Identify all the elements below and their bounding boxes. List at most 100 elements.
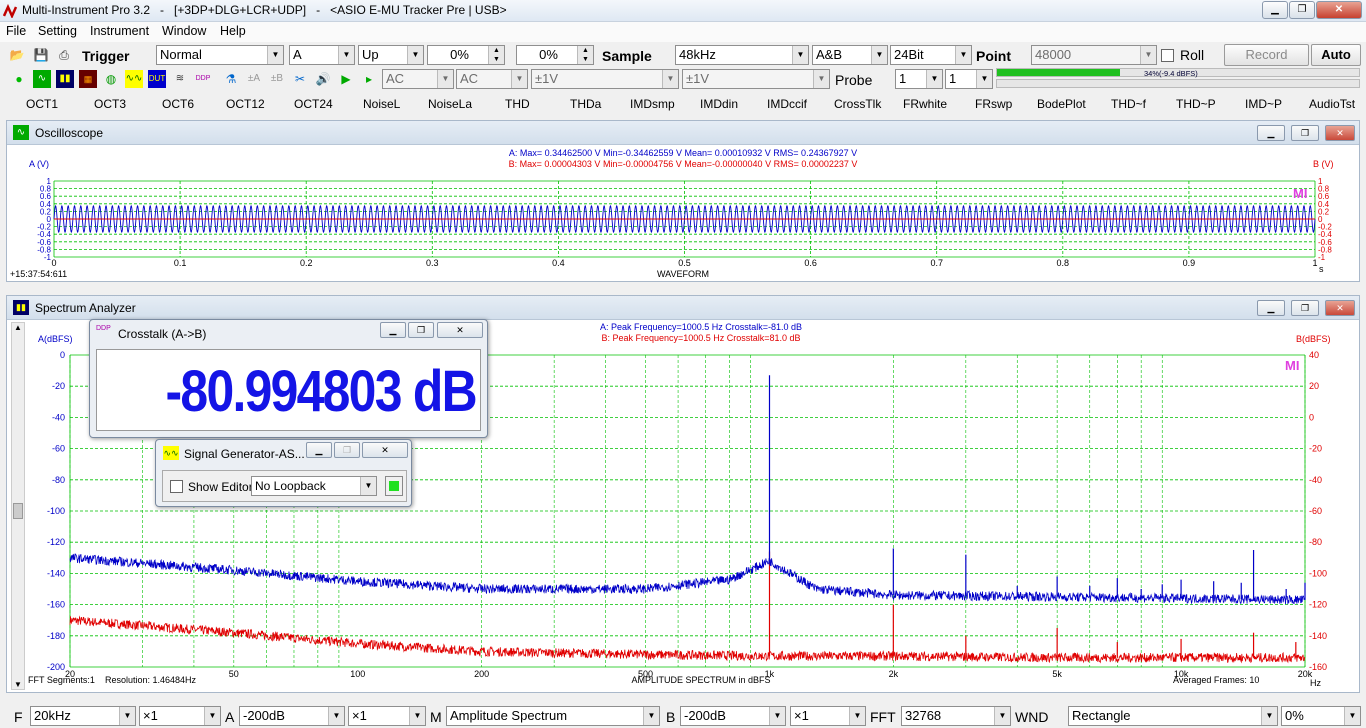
crosstalk-close-button[interactable]: ✕: [437, 322, 483, 338]
probe-a-select[interactable]: 1 ▼: [895, 69, 943, 89]
trigger-channel-select[interactable]: A ▼: [289, 45, 355, 65]
macro-button-oct24[interactable]: OCT24: [294, 97, 333, 111]
menu-help[interactable]: Help: [220, 24, 246, 38]
oscilloscope-chart[interactable]: A: Max= 0.34462500 V Min=-0.34462559 V M…: [7, 145, 1359, 281]
bits-select[interactable]: 24Bit ▼: [890, 45, 972, 65]
macro-button-oct6[interactable]: OCT6: [162, 97, 194, 111]
trigger-mode-select[interactable]: Normal ▼: [156, 45, 284, 65]
toolbar-acquisition: 📂 💾 ⎙ Trigger Normal ▼ A ▼ Up ▼ 0% ▲ ▼ 0% ▲ ▼ S…: [0, 43, 1366, 67]
spectrum-scrollbar[interactable]: ▲ ▼: [11, 322, 25, 690]
osc-ylabel-b: B (V): [1313, 159, 1334, 169]
coupling-b-select[interactable]: AC ▼: [456, 69, 528, 89]
mode-select[interactable]: Amplitude Spectrum ▼: [446, 706, 660, 726]
siggen-close-button[interactable]: ✕: [362, 442, 408, 458]
minimize-button[interactable]: ▁: [1262, 1, 1288, 19]
close-button[interactable]: ✕: [1316, 1, 1362, 19]
play-icon[interactable]: ▶: [337, 70, 355, 88]
macro-button-thda[interactable]: THDa: [570, 97, 601, 111]
overlap-select[interactable]: 0% ▼: [1281, 706, 1361, 726]
signal-generator-icon[interactable]: ∿∿: [125, 70, 143, 88]
start-icon[interactable]: ●: [10, 70, 28, 88]
points-select[interactable]: 48000 ▼: [1031, 45, 1157, 65]
macro-button-oct12[interactable]: OCT12: [226, 97, 265, 111]
record-button[interactable]: Record: [1224, 44, 1309, 66]
trigger-edge-select[interactable]: Up ▼: [358, 45, 424, 65]
shift-b-icon[interactable]: ±B: [268, 70, 286, 88]
menu-setting[interactable]: Setting: [38, 24, 77, 38]
spectrum-minimize-button[interactable]: ▁: [1257, 300, 1285, 316]
crosstalk-maximize-button[interactable]: ❐: [408, 322, 434, 338]
spectrum-icon[interactable]: ▮▮: [56, 70, 74, 88]
toolbar-instruments: ● ∿ ▮▮ ▦ ◍ ∿∿ DUT ≋ DDP ⚗ ±A ±B ✂ 🔊 ▶ ▸ …: [0, 67, 1366, 91]
menu-file[interactable]: File: [6, 24, 26, 38]
scroll-up-arrow[interactable]: ▲: [12, 323, 24, 332]
m-label: M: [430, 709, 442, 725]
a-range-select[interactable]: -200dB ▼: [239, 706, 345, 726]
oscilloscope-minimize-button[interactable]: ▁: [1257, 125, 1285, 141]
sweep-icon[interactable]: ≋: [171, 70, 189, 88]
speaker-icon[interactable]: 🔊: [314, 70, 332, 88]
dut-icon[interactable]: DUT: [148, 70, 166, 88]
window-function-select[interactable]: Rectangle ▼: [1068, 706, 1278, 726]
channels-select[interactable]: A&B ▼: [812, 45, 888, 65]
macro-button-imddin[interactable]: IMDdin: [700, 97, 738, 111]
scroll-down-arrow[interactable]: ▼: [12, 680, 24, 689]
b-zoom-select[interactable]: ×1 ▼: [790, 706, 866, 726]
open-icon[interactable]: 📂: [8, 46, 26, 64]
shift-a-icon[interactable]: ±A: [245, 70, 263, 88]
oscilloscope-close-button[interactable]: ✕: [1325, 125, 1355, 141]
menu-window[interactable]: Window: [162, 24, 206, 38]
siggen-minimize-button[interactable]: ▁: [306, 442, 332, 458]
restore-button[interactable]: ❐: [1289, 1, 1315, 19]
crosstalk-minimize-button[interactable]: ▁: [380, 322, 406, 338]
frequency-range-select[interactable]: 20kHz ▼: [30, 706, 136, 726]
spectrum-maximize-button[interactable]: ❐: [1291, 300, 1319, 316]
macro-button-imdp[interactable]: IMD~P: [1245, 97, 1282, 111]
macro-button-thdf[interactable]: THD~f: [1111, 97, 1146, 111]
siggen-maximize-button[interactable]: ❐: [334, 442, 360, 458]
oscilloscope-icon[interactable]: ∿: [33, 70, 51, 88]
generator-run-button[interactable]: [385, 476, 403, 496]
save-icon[interactable]: 💾: [32, 46, 50, 64]
spectrogram-icon[interactable]: ▦: [79, 70, 97, 88]
tools-icon[interactable]: ✂: [291, 70, 309, 88]
menu-instrument[interactable]: Instrument: [90, 24, 149, 38]
scroll-thumb[interactable]: [13, 503, 23, 519]
macro-button-oct3[interactable]: OCT3: [94, 97, 126, 111]
a-zoom-select[interactable]: ×1 ▼: [348, 706, 426, 726]
ddp-icon[interactable]: DDP: [194, 70, 212, 88]
phase-plot-icon[interactable]: ◍: [102, 70, 120, 88]
macro-button-thdp[interactable]: THD~P: [1176, 97, 1216, 111]
calibrate-icon[interactable]: ⚗: [222, 70, 240, 88]
frequency-zoom-select[interactable]: ×1 ▼: [139, 706, 221, 726]
play-once-icon[interactable]: ▸: [360, 70, 378, 88]
sample-rate-select[interactable]: 48kHz ▼: [675, 45, 809, 65]
spec-fft-segments: FFT Segments:1: [28, 675, 95, 685]
coupling-a-select[interactable]: AC ▼: [382, 69, 454, 89]
trigger-delay-stepper[interactable]: 0% ▲ ▼: [516, 45, 594, 65]
range-a-select[interactable]: ±1V ▼: [531, 69, 679, 89]
show-editor-checkbox[interactable]: [170, 480, 183, 493]
macro-button-thd[interactable]: THD: [505, 97, 530, 111]
range-b-select[interactable]: ±1V ▼: [682, 69, 830, 89]
macro-button-noisel[interactable]: NoiseL: [363, 97, 400, 111]
spectrum-close-button[interactable]: ✕: [1325, 300, 1355, 316]
auto-button[interactable]: Auto: [1311, 44, 1361, 66]
macro-button-frswp[interactable]: FRswp: [975, 97, 1012, 111]
macro-button-imdccif[interactable]: IMDccif: [767, 97, 807, 111]
macro-button-audiotst[interactable]: AudioTst: [1309, 97, 1355, 111]
trigger-level-stepper[interactable]: 0% ▲ ▼: [427, 45, 505, 65]
macro-button-crosstlk[interactable]: CrossTlk: [834, 97, 881, 111]
macro-button-bodeplot[interactable]: BodePlot: [1037, 97, 1086, 111]
loopback-select[interactable]: No Loopback ▼: [251, 476, 377, 496]
print-icon[interactable]: ⎙: [55, 46, 73, 64]
probe-b-select[interactable]: 1 ▼: [945, 69, 993, 89]
b-range-select[interactable]: -200dB ▼: [680, 706, 786, 726]
fft-size-select[interactable]: 32768 ▼: [901, 706, 1011, 726]
oscilloscope-maximize-button[interactable]: ❐: [1291, 125, 1319, 141]
macro-button-noisela[interactable]: NoiseLa: [428, 97, 472, 111]
roll-checkbox[interactable]: [1161, 49, 1174, 62]
macro-button-imdsmp[interactable]: IMDsmp: [630, 97, 675, 111]
macro-button-frwhite[interactable]: FRwhite: [903, 97, 947, 111]
macro-button-oct1[interactable]: OCT1: [26, 97, 58, 111]
